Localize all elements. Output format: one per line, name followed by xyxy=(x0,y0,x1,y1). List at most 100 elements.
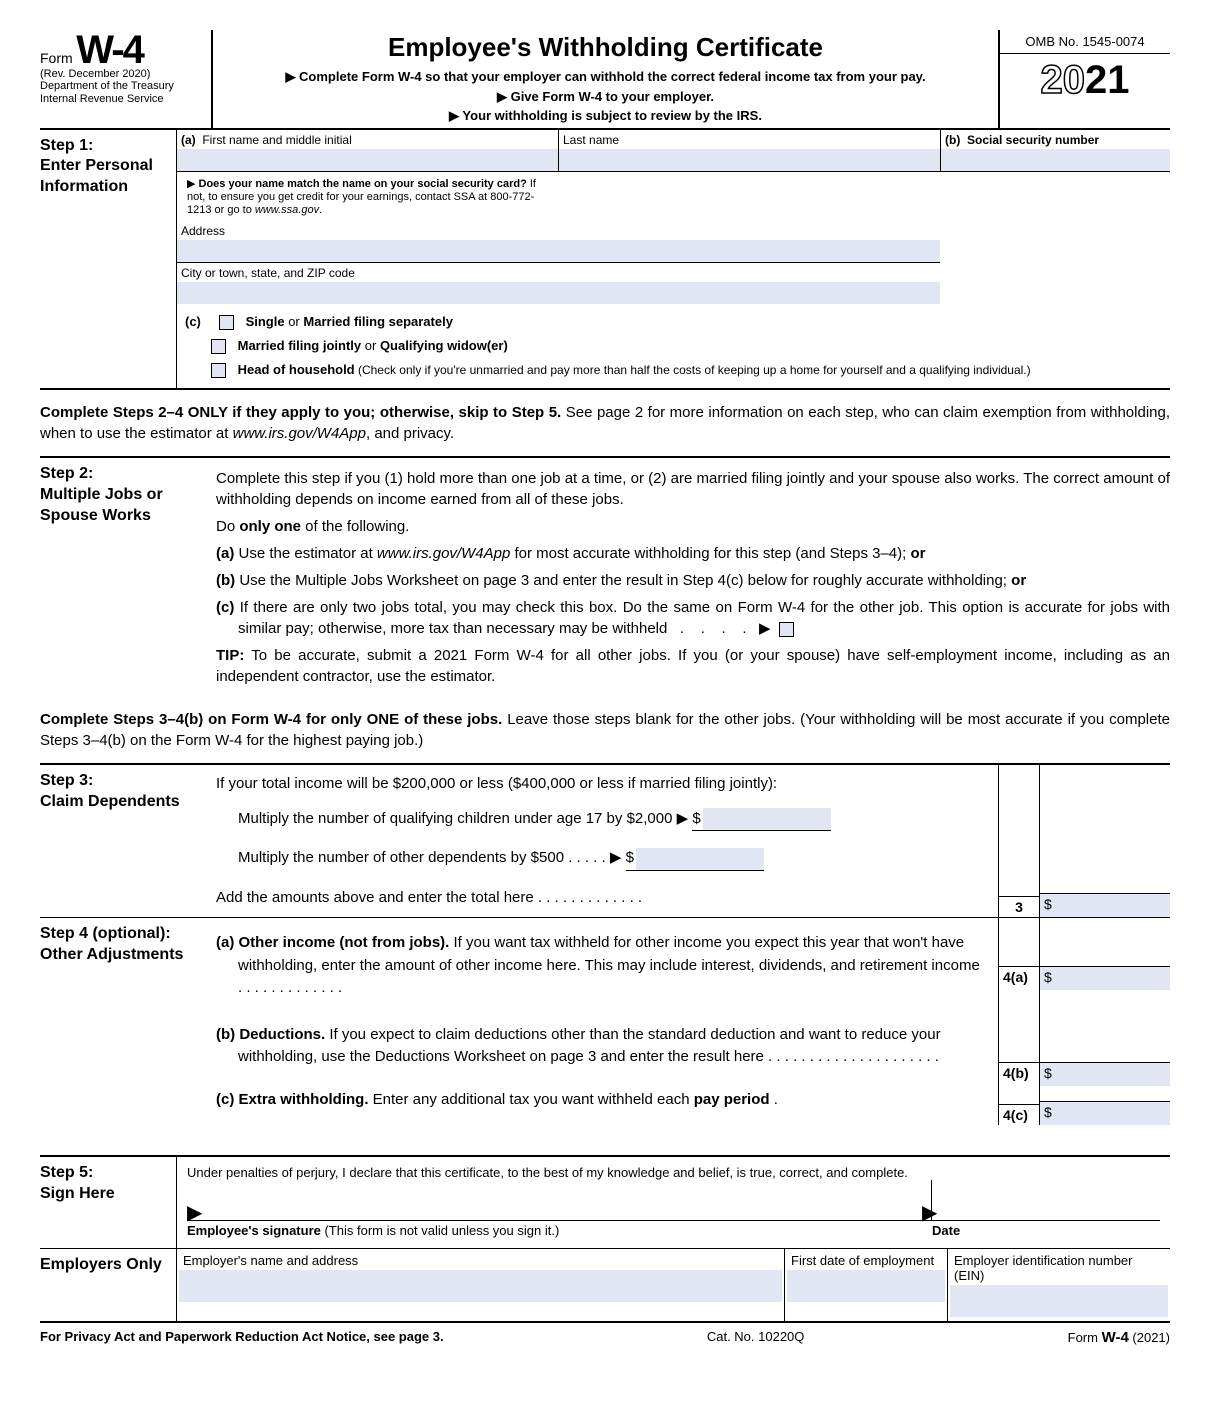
checkbox-two-jobs[interactable] xyxy=(779,622,794,637)
employers-only-label: Employers Only xyxy=(40,1249,177,1321)
first-date-cell: First date of employment xyxy=(785,1249,948,1321)
opt-mfs: Married filing separately xyxy=(303,314,453,329)
step4a: (a) Other income (not from jobs). If you… xyxy=(216,932,988,1000)
city-input[interactable] xyxy=(177,282,940,304)
cell-last-name: Last name xyxy=(558,130,940,172)
header-right: OMB No. 1545-0074 2021 xyxy=(998,30,1170,128)
opt-or2: or xyxy=(361,338,380,353)
filing-row-mfj: Married filing jointly or Qualifying wid… xyxy=(181,334,1166,358)
step2-sub: Multiple Jobs or Spouse Works xyxy=(40,485,208,527)
step4c: (c) Extra withholding. Enter any additio… xyxy=(216,1089,988,1112)
last-name-label: Last name xyxy=(563,133,619,147)
step5-row: Step 5: Sign Here Under penalties of per… xyxy=(40,1157,1170,1248)
line4c-amount[interactable]: $ xyxy=(1040,1101,1170,1125)
dollar-sign-1: $ xyxy=(692,808,702,832)
ein-cell: Employer identification number (EIN) xyxy=(948,1249,1170,1321)
date-field[interactable]: ▶ xyxy=(931,1180,1160,1220)
ssn-note-text: ▶ Does your name match the name on your … xyxy=(181,174,554,222)
footer-left: For Privacy Act and Paperwork Reduction … xyxy=(40,1329,444,1344)
checkbox-hoh[interactable] xyxy=(211,363,226,378)
line4b-amount[interactable]: $ xyxy=(1040,1062,1170,1086)
tax-year: 2021 xyxy=(1000,54,1170,103)
signature-line: ▶ ▶ xyxy=(187,1180,1160,1221)
first-date-input[interactable] xyxy=(787,1270,945,1302)
signature-labels: Employee's signature (This form is not v… xyxy=(187,1221,1160,1240)
cell-address: Address xyxy=(176,221,940,263)
step2-tip: TIP: To be accurate, submit a 2021 Form … xyxy=(216,645,1170,687)
first-name-input[interactable] xyxy=(177,149,558,171)
step5-label: Step 5: Sign Here xyxy=(40,1157,176,1248)
instr-steps34: Complete Steps 3–4(b) on Form W-4 for on… xyxy=(40,709,1170,751)
signature-field[interactable]: ▶ xyxy=(187,1180,931,1220)
step5-sub: Sign Here xyxy=(40,1184,168,1205)
step4b: (b) Deductions. If you expect to claim d… xyxy=(216,1024,988,1069)
step3-num: Step 3: xyxy=(40,771,208,792)
instr34-bold: Complete Steps 3–4(b) on Form W-4 for on… xyxy=(40,711,502,728)
step3-p2-row: Multiply the number of qualifying childr… xyxy=(216,808,988,832)
form-w4: Form W-4 (Rev. December 2020) Department… xyxy=(40,30,1170,1346)
line4c-num: 4(c) xyxy=(999,1104,1039,1125)
form-header: Form W-4 (Rev. December 2020) Department… xyxy=(40,30,1170,130)
input-other-dependents[interactable] xyxy=(636,848,764,871)
line4a-amount[interactable]: $ xyxy=(1040,966,1170,990)
first-name-label: First name and middle initial xyxy=(202,133,351,147)
step1-row: Step 1: Enter Personal Information (a) F… xyxy=(40,130,1170,391)
ein-input[interactable] xyxy=(950,1285,1168,1317)
step4-numcol: 4(a) 4(b) 4(c) xyxy=(998,918,1039,1125)
address-input[interactable] xyxy=(177,240,940,262)
line3-num: 3 xyxy=(999,896,1039,917)
arrow-icon: ▶ xyxy=(922,1202,937,1224)
filing-row-hoh: Head of household (Check only if you're … xyxy=(181,358,1166,382)
ssn-label: Social security number xyxy=(967,133,1099,147)
last-name-input[interactable] xyxy=(559,149,940,171)
cell-ssn: (b) Social security number xyxy=(940,130,1170,172)
cell-ssn-note: ▶ Does your name match the name on your … xyxy=(176,172,558,222)
checkbox-mfj[interactable] xyxy=(211,339,226,354)
step4-label: Step 4 (optional): Other Adjustments xyxy=(40,918,216,1125)
date-label: Date xyxy=(932,1223,960,1238)
step4-block: Step 4 (optional): Other Adjustments (a)… xyxy=(40,917,1170,1125)
header-mid: Employee's Withholding Certificate ▶ Com… xyxy=(213,30,998,128)
step2-body: Complete this step if you (1) hold more … xyxy=(216,458,1170,697)
footer-mid: Cat. No. 10220Q xyxy=(707,1329,805,1346)
opt-mfj: Married filing jointly xyxy=(238,338,362,353)
step3-p2: Multiply the number of qualifying childr… xyxy=(238,810,688,827)
step3-label: Step 3: Claim Dependents xyxy=(40,765,216,917)
line3-amount[interactable]: $ xyxy=(1040,893,1170,917)
filing-row-c: (c) Single or Married filing separately xyxy=(181,310,1166,334)
step5-num: Step 5: xyxy=(40,1163,168,1184)
step4-mid: (a) Other income (not from jobs). If you… xyxy=(216,918,998,1125)
header-left: Form W-4 (Rev. December 2020) Department… xyxy=(40,30,213,128)
step2-opt-b: (b) Use the Multiple Jobs Worksheet on p… xyxy=(216,570,1170,591)
step2-p2: Do only one of the following. xyxy=(216,516,1170,537)
step1-grid: (a) First name and middle initial Last n… xyxy=(176,130,1170,305)
opt-hoh-note: (Check only if you're unmarried and pay … xyxy=(355,363,1031,377)
step3-p3-row: Multiply the number of other dependents … xyxy=(216,847,988,871)
year-prefix: 20 xyxy=(1041,58,1086,102)
ssn-input[interactable] xyxy=(941,149,1170,171)
label-b: (b) xyxy=(945,133,960,147)
instr-steps24: Complete Steps 2–4 ONLY if they apply to… xyxy=(40,402,1170,444)
step2-opt-a: (a) Use the estimator at www.irs.gov/W4A… xyxy=(216,543,1170,564)
form-title: Employee's Withholding Certificate xyxy=(223,32,988,63)
cell-first-name: (a) First name and middle initial xyxy=(176,130,558,172)
revision: (Rev. December 2020) xyxy=(40,68,205,80)
declaration: Under penalties of perjury, I declare th… xyxy=(187,1165,1160,1180)
label-a: (a) xyxy=(181,133,196,147)
checkbox-single[interactable] xyxy=(219,315,234,330)
employer-name-input[interactable] xyxy=(179,1270,782,1302)
input-qualifying-children[interactable] xyxy=(703,808,831,831)
subtitle-2: ▶ Give Form W-4 to your employer. xyxy=(223,87,988,107)
subtitle-3: ▶ Your withholding is subject to review … xyxy=(223,106,988,126)
footer: For Privacy Act and Paperwork Reduction … xyxy=(40,1329,1170,1346)
line4a-num: 4(a) xyxy=(999,966,1039,987)
step3-p4: Add the amounts above and enter the tota… xyxy=(216,887,988,910)
year-suffix: 21 xyxy=(1085,58,1130,102)
step3-p1: If your total income will be $200,000 or… xyxy=(216,773,988,796)
step3-mid: If your total income will be $200,000 or… xyxy=(216,765,998,917)
step3-amtcol: $ xyxy=(1039,765,1170,917)
first-date-label: First date of employment xyxy=(791,1253,941,1268)
step1-body: (a) First name and middle initial Last n… xyxy=(176,130,1170,389)
employer-name-cell: Employer's name and address xyxy=(177,1249,785,1321)
step3-p3: Multiply the number of other dependents … xyxy=(238,849,621,866)
